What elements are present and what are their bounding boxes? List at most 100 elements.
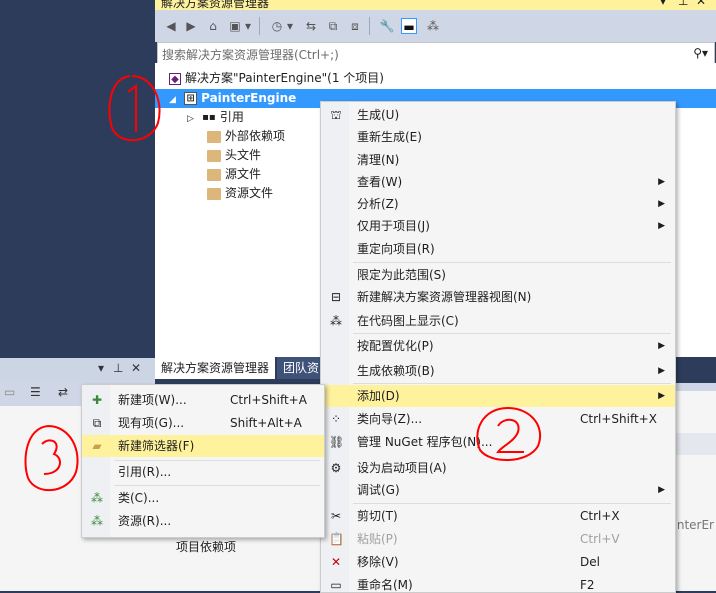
submenu-arrow-icon: ▶ <box>658 221 665 231</box>
annotation-circle-2: ② <box>468 402 541 462</box>
menu-item-remove[interactable]: ✕ 移除(V) Del <box>321 551 675 573</box>
sync-icon[interactable]: ⇆ <box>303 18 319 34</box>
swap-icon[interactable]: ⇄ <box>58 385 68 399</box>
tab-team-explorer[interactable]: 团队资 <box>277 357 326 379</box>
menu-item-new-view[interactable]: ⊟ 新建解决方案资源管理器视图(N) <box>321 286 675 308</box>
cut-icon: ✂ <box>330 509 342 523</box>
solution-icon: ◆ <box>169 72 181 85</box>
references-icon: ▪▪ <box>202 111 216 123</box>
menu-item-new-item[interactable]: ✚ 新建项(W)... Ctrl+Shift+A <box>82 389 324 411</box>
build-icon: ⛫ <box>330 108 342 122</box>
menu-item-project-only[interactable]: 仅用于项目(J) ▶ <box>321 215 675 237</box>
folder-icon <box>207 149 221 162</box>
menu-item-scope[interactable]: 限定为此范围(S) <box>321 264 675 286</box>
forward-icon[interactable]: ▶ <box>183 18 199 34</box>
menu-item-class[interactable]: ⁂ 类(C)... <box>82 487 324 509</box>
search-input[interactable]: 搜索解决方案资源管理器(Ctrl+;) <box>162 46 339 63</box>
collapsed-arrow-icon[interactable]: ▷ <box>187 114 194 124</box>
dropdown-icon[interactable]: ▾ <box>98 361 104 375</box>
menu-separator <box>114 485 320 486</box>
new-view-icon: ⊟ <box>330 290 342 304</box>
menu-item-existing-item[interactable]: ⧉ 现有项(G)... Shift+Alt+A <box>82 412 324 434</box>
menu-item-view[interactable]: 查看(W) ▶ <box>321 171 675 193</box>
annotation-label-3: ③ <box>18 420 19 421</box>
toolbar-separator <box>369 17 370 35</box>
home-icon[interactable]: ⌂ <box>205 18 221 34</box>
rename-icon: ▭ <box>330 578 342 592</box>
menu-item-build-deps[interactable]: 生成依赖项(B) ▶ <box>321 360 675 382</box>
menu-item-rename[interactable]: ▭ 重命名(M) F2 <box>321 574 675 592</box>
menu-item-new-filter[interactable]: ▰ 新建筛选器(F) <box>82 435 324 457</box>
chevron-down-icon[interactable]: ▾ <box>285 18 295 34</box>
solution-explorer-title: 解决方案资源管理器 <box>161 0 270 10</box>
paste-icon: 📋 <box>329 532 344 546</box>
folder-icon <box>207 187 221 200</box>
external-deps-icon <box>207 130 221 143</box>
context-menu: ⛫ 生成(U) 重新生成(E) 清理(N) 查看(W) ▶ 分析(Z) ▶ 仅用于项目… <box>320 101 676 593</box>
pin-icon[interactable]: ⊥ <box>678 0 688 8</box>
tree-item-header-files[interactable]: 头文件 <box>207 146 261 165</box>
switch-view-icon[interactable]: ▣ <box>227 18 243 34</box>
partial-text: interEr <box>673 518 714 532</box>
tree-item-source-files[interactable]: 源文件 <box>207 165 261 184</box>
close-icon[interactable]: ✕ <box>131 361 141 375</box>
new-item-icon: ✚ <box>91 393 103 407</box>
menu-item-debug[interactable]: 调试(G) ▶ <box>321 479 675 501</box>
left-panel-title-bar: ▾ ⊥ ✕ <box>0 358 155 380</box>
class-view-icon[interactable]: ⁂ <box>425 18 441 34</box>
tree-item-external-deps[interactable]: 外部依赖项 <box>207 127 285 146</box>
dropdown-icon[interactable]: ▾ <box>660 0 666 8</box>
project-deps-label: 项目依赖项 <box>176 540 237 554</box>
add-submenu: ✚ 新建项(W)... Ctrl+Shift+A ⧉ 现有项(G)... Shift+A… <box>81 384 325 538</box>
gear-icon: ⚙ <box>330 461 342 475</box>
menu-item-retarget[interactable]: 重定向项目(R) <box>321 238 675 260</box>
tree-item-references[interactable]: ▷ ▪▪ 引用 <box>187 108 244 127</box>
nuget-icon: ⛓ <box>329 435 345 449</box>
show-all-files-icon[interactable]: ⧈ <box>347 18 363 34</box>
menu-item-code-map[interactable]: ⁂ 在代码图上显示(C) <box>321 310 675 332</box>
tree-item-resource-files[interactable]: 资源文件 <box>207 184 273 203</box>
menu-item-cut[interactable]: ✂ 剪切(T) Ctrl+X <box>321 505 675 527</box>
menu-item-pgo[interactable]: 按配置优化(P) ▶ <box>321 335 675 357</box>
solution-explorer-title-bar: 解决方案资源管理器 ▾ ⊥ ✕ <box>155 0 716 10</box>
menu-item-analyze[interactable]: 分析(Z) ▶ <box>321 193 675 215</box>
menu-item-rebuild[interactable]: 重新生成(E) <box>321 126 675 148</box>
existing-item-icon: ⧉ <box>92 416 102 430</box>
solution-explorer-toolbar: ◀ ▶ ⌂ ▣ ▾ ◷ ▾ ⇆ ⧉ ⧈ 🔧 ▬ ⁂ <box>155 10 716 42</box>
folder-icon <box>207 168 221 181</box>
preview-icon[interactable]: ▬ <box>401 18 417 34</box>
toolbar-icon[interactable]: ▭ <box>4 385 15 399</box>
submenu-arrow-icon: ▶ <box>658 485 665 495</box>
solution-explorer-search[interactable]: 搜索解决方案资源管理器(Ctrl+;) ⚲▾ <box>157 42 715 64</box>
expand-arrow-icon[interactable]: ◢ <box>169 95 176 105</box>
properties-icon[interactable]: 🔧 <box>379 18 395 34</box>
tree-solution[interactable]: ◆ 解决方案"PainterEngine"(1 个项目) <box>169 69 384 88</box>
search-icon[interactable]: ⚲▾ <box>693 46 708 60</box>
annotation-circle-1: ① <box>108 75 161 142</box>
tab-solution-explorer[interactable]: 解决方案资源管理器 <box>155 357 276 379</box>
pin-icon[interactable]: ⊥ <box>113 361 123 375</box>
menu-item-paste: 📋 粘贴(P) Ctrl+V <box>321 528 675 550</box>
remove-icon: ✕ <box>330 555 342 569</box>
pending-changes-icon[interactable]: ◷ <box>269 18 285 34</box>
menu-item-build[interactable]: ⛫ 生成(U) <box>321 104 675 126</box>
project-icon: ⊞ <box>184 92 198 105</box>
annotation-label-2: ② <box>468 402 469 403</box>
submenu-arrow-icon: ▶ <box>658 199 665 209</box>
collapse-all-icon[interactable]: ⧉ <box>325 18 341 34</box>
menu-item-resource[interactable]: ⁂ 资源(R)... <box>82 510 324 532</box>
toolbar-separator <box>259 17 260 35</box>
resource-icon: ⁂ <box>91 514 103 528</box>
submenu-arrow-icon: ▶ <box>658 366 665 376</box>
back-icon[interactable]: ◀ <box>163 18 179 34</box>
new-filter-icon: ▰ <box>92 439 102 453</box>
chevron-down-icon[interactable]: ▾ <box>243 18 253 34</box>
submenu-arrow-icon: ▶ <box>658 177 665 187</box>
menu-separator <box>353 262 671 263</box>
list-icon[interactable]: ☰ <box>30 385 41 399</box>
menu-item-clean[interactable]: 清理(N) <box>321 149 675 171</box>
menu-separator <box>353 383 671 384</box>
menu-item-reference[interactable]: 引用(R)... <box>82 461 324 483</box>
close-icon[interactable]: ✕ <box>696 0 706 8</box>
menu-separator <box>353 333 671 334</box>
